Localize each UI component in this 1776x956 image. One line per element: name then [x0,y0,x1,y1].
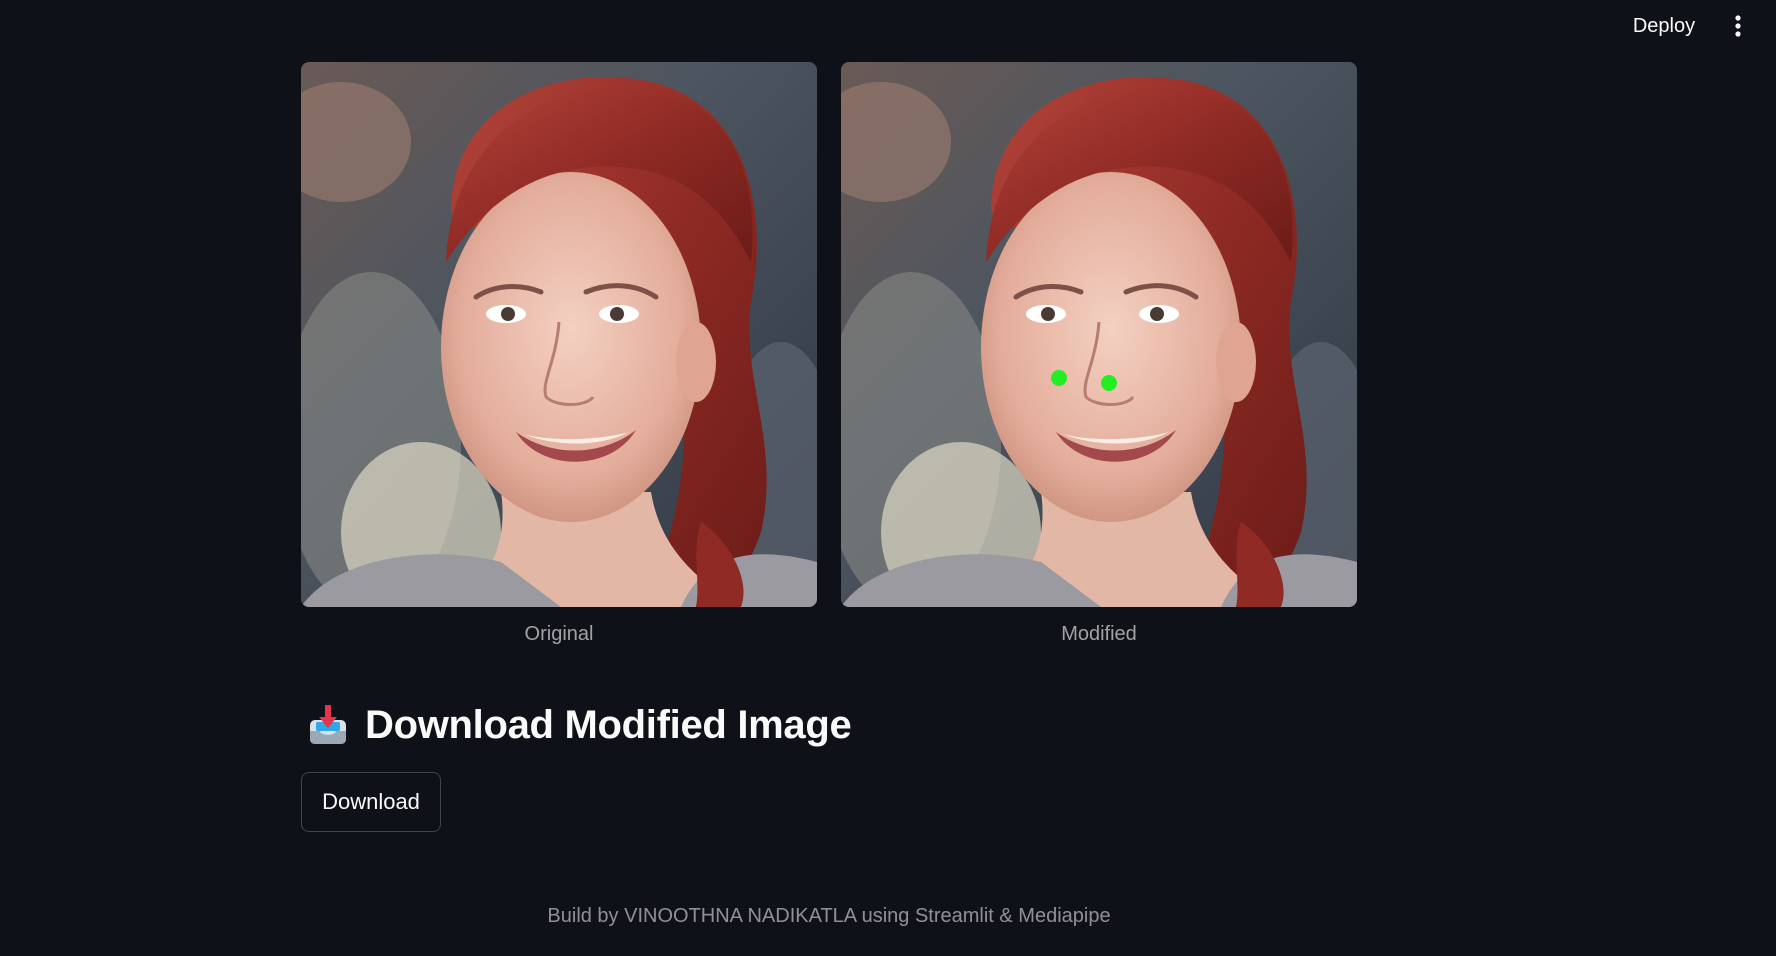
deploy-button[interactable]: Deploy [1616,8,1712,44]
download-button[interactable]: Download [301,772,441,832]
inbox-tray-icon [310,705,346,744]
footer-credit: Build by VINOOTHNA NADIKATLA using Strea… [547,905,1111,927]
header-toolbar: Deploy [0,0,1776,52]
original-caption: Original [524,623,594,645]
landmark-marker-left [1051,370,1067,386]
kebab-menu-icon [1735,15,1741,37]
main-menu-button[interactable] [1722,10,1754,42]
modified-image [841,62,1357,607]
original-image [301,62,817,607]
landmark-marker-right [1101,375,1117,391]
app-root: Deploy Original Modified Download Modifi… [0,0,1776,956]
modified-caption: Modified [1061,623,1137,645]
download-heading: Download Modified Image [307,700,852,750]
download-heading-text: Download Modified Image [365,702,852,747]
